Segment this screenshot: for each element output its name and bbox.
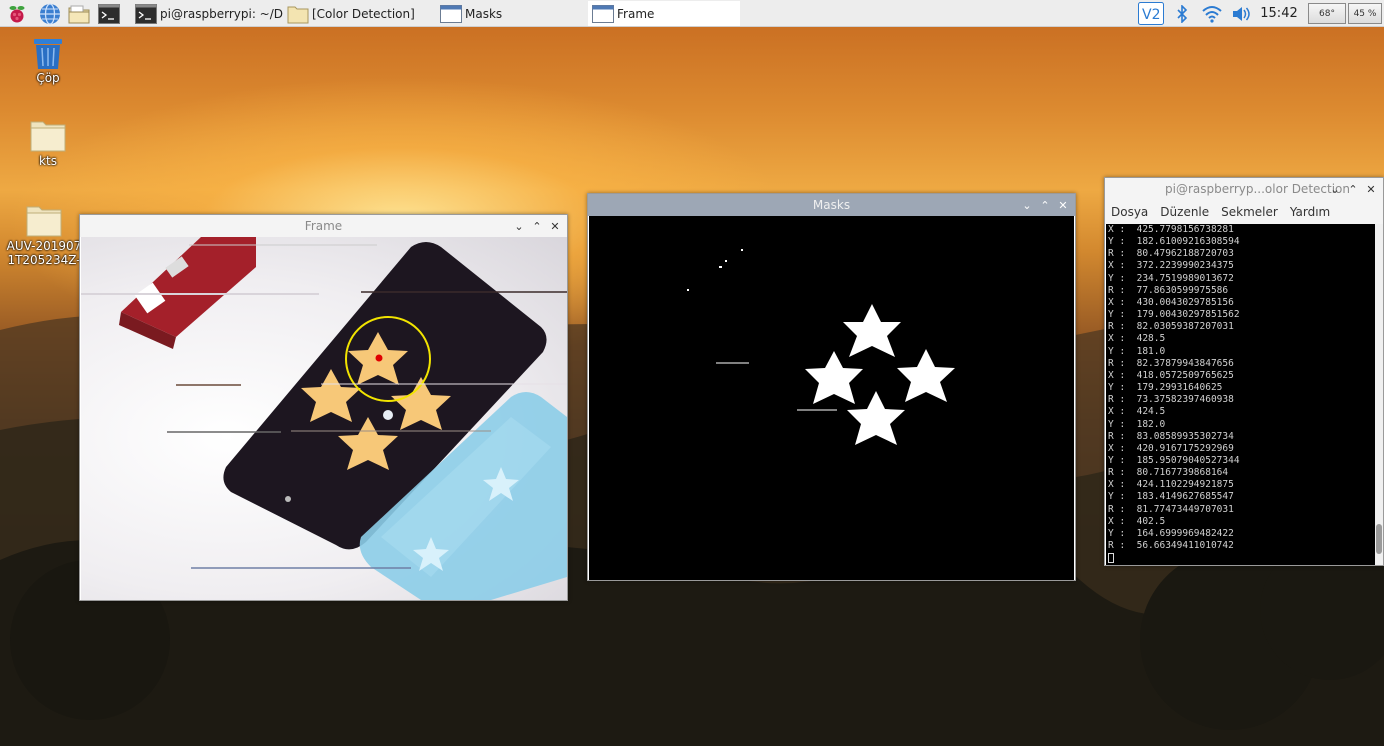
maximize-button[interactable]: ⌃ [529,218,545,234]
terminal-line: X : 424.1102294921875 [1108,479,1234,491]
window-icon [440,4,462,24]
volume-icon[interactable] [1229,0,1253,27]
terminal-line: X : 402.5 [1108,515,1166,527]
clock[interactable]: 15:42 [1258,0,1300,27]
terminal-line: X : 430.0043029785156 [1108,296,1234,308]
file-manager-icon[interactable] [67,2,91,25]
task-masks[interactable]: Masks [436,1,586,26]
svg-text:V2: V2 [1142,7,1160,23]
terminal-icon [135,3,157,24]
menu-tabs[interactable]: Sekmeler [1215,205,1284,219]
terminal-line: Y : 164.6999969482422 [1108,527,1234,539]
task-label: [Color Detection] [312,6,415,21]
raspberry-menu-icon[interactable] [5,2,29,25]
terminal-line: R : 80.7167739868164 [1108,467,1229,479]
terminal-line: R : 81.77473449707031 [1108,503,1234,515]
binary-mask [687,249,955,445]
desktop-icon-kts[interactable]: kts [8,118,88,168]
terminal-line: Y : 185.95079040527344 [1108,454,1240,466]
cpu-usage-meter[interactable]: 45 % [1348,3,1382,24]
window-title: Masks [812,198,851,212]
taskbar: pi@raspberrypi: ~/De... [Color Detection… [0,0,1384,27]
bluetooth-icon[interactable] [1172,0,1192,27]
task-frame[interactable]: Frame [588,1,740,26]
desktop-icon-trash[interactable]: Çöp [8,35,88,85]
desktop-icon-label-line2: 1T205234Z- [7,253,81,267]
task-color-detection[interactable]: [Color Detection] [283,1,433,26]
terminal-line: Y : 234.7519989013672 [1108,272,1234,284]
terminal-line: R : 80.47962188720703 [1108,248,1234,260]
terminal-launcher-icon[interactable] [97,2,121,25]
window-title: pi@raspberryp...olor Detection [1165,182,1350,196]
folder-icon [30,118,66,152]
terminal-menubar: Dosya Düzenle Sekmeler Yardım [1105,200,1383,224]
terminal-line: R : 82.03059387207031 [1108,321,1234,333]
task-terminal[interactable]: pi@raspberrypi: ~/De... [131,1,283,26]
close-button[interactable]: ✕ [547,218,563,234]
terminal-line: X : 418.0572509765625 [1108,369,1234,381]
terminal-line: Y : 183.4149627685547 [1108,491,1234,503]
task-label: pi@raspberrypi: ~/De... [160,6,283,21]
terminal-line: X : 424.5 [1108,406,1166,418]
menu-file[interactable]: Dosya [1105,205,1154,219]
vnc-icon[interactable]: V2 [1137,0,1165,27]
terminal-line: X : 425.7798156738281 [1108,224,1234,235]
terminal-line: R : 83.08589935302734 [1108,430,1234,442]
terminal-line: Y : 179.29931640625 [1108,382,1223,394]
window-title: Frame [304,219,343,233]
task-label: Frame [617,6,655,21]
minimize-button[interactable]: ⌄ [1019,197,1035,213]
terminal-line: R : 56.66349411010742 [1108,540,1234,552]
trash-icon [31,35,65,71]
scrollbar-thumb[interactable] [1376,524,1382,554]
terminal-line: Y : 182.0 [1108,418,1166,430]
frame-window[interactable]: Frame ⌄ ⌃ ✕ [79,214,568,601]
close-button[interactable]: ✕ [1055,197,1071,213]
folder-icon [287,4,309,24]
terminal-prompt [1108,552,1375,564]
terminal-window[interactable]: pi@raspberryp...olor Detection ⌄ ⌃ ✕ Dos… [1104,177,1384,566]
camera-image [81,237,567,600]
desktop-icon-auv[interactable]: AUV-201907 1T205234Z- [4,203,84,267]
wifi-icon[interactable] [1200,0,1224,27]
terminal-line: Y : 182.61009216308594 [1108,236,1240,248]
terminal-line: R : 73.37582397460938 [1108,394,1234,406]
web-browser-icon[interactable] [38,2,62,25]
terminal-line: R : 82.37879943847656 [1108,357,1234,369]
maximize-button[interactable]: ⌃ [1037,197,1053,213]
masks-window[interactable]: Masks ⌄ ⌃ ✕ [587,193,1076,581]
masks-titlebar[interactable]: Masks ⌄ ⌃ ✕ [588,194,1075,216]
terminal-output[interactable]: X : 425.7798156738281 Y : 182.61009216308… [1106,224,1375,565]
terminal-line: X : 420.9167175292969 [1108,442,1234,454]
camera-frame [81,237,567,600]
text-cursor [1108,552,1114,563]
terminal-line: R : 77.8630599975586 [1108,284,1229,296]
terminal-line: Y : 181.0 [1108,345,1166,357]
minimize-button[interactable]: ⌄ [511,218,527,234]
folder-icon [26,203,62,237]
terminal-line: X : 428.5 [1108,333,1166,345]
maximize-button[interactable]: ⌃ [1345,181,1361,197]
window-icon [592,4,614,24]
desktop-icon-label-line1: AUV-201907 [6,239,82,253]
close-button[interactable]: ✕ [1363,181,1379,197]
terminal-scrollbar[interactable] [1375,224,1383,565]
menu-help[interactable]: Yardım [1284,205,1336,219]
terminal-line: Y : 179.00430297851562 [1108,309,1240,321]
mask-image [589,216,1074,580]
desktop-icon-label: kts [39,154,57,168]
desktop-icon-label: Çöp [36,71,60,85]
menu-edit[interactable]: Düzenle [1154,205,1215,219]
minimize-button[interactable]: ⌄ [1327,181,1343,197]
task-label: Masks [465,6,503,21]
terminal-titlebar[interactable]: pi@raspberryp...olor Detection ⌄ ⌃ ✕ [1105,178,1383,200]
cpu-temperature-meter[interactable]: 68° [1308,3,1346,24]
frame-titlebar[interactable]: Frame ⌄ ⌃ ✕ [80,215,567,237]
terminal-line: X : 372.2239990234375 [1108,260,1234,272]
